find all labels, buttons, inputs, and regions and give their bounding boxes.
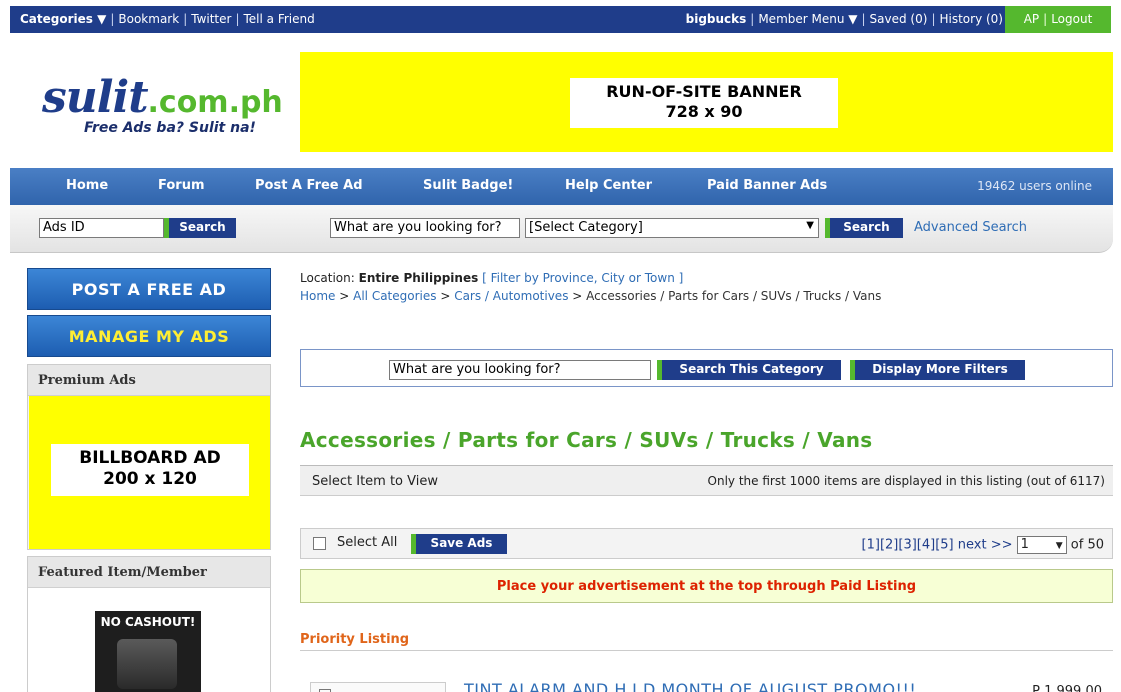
location-value: Entire Philippines (358, 271, 479, 285)
billboard-ad[interactable]: BILLBOARD AD 200 x 120 (29, 396, 270, 549)
banner-line-2: 728 x 90 (665, 102, 743, 121)
category-search-box: What are you looking for? Search This Ca… (300, 349, 1113, 387)
post-free-ad-button[interactable]: POST A FREE AD (27, 268, 271, 310)
page-link-5[interactable]: [5] (935, 538, 953, 553)
top-bar-left: Categories ▼ | Bookmark | Twitter | Tell a Fri… (20, 12, 315, 26)
nav-home[interactable]: Home (66, 178, 108, 193)
account-box: AP | Logout (1005, 6, 1111, 33)
page-select[interactable]: 1 ▼ (1016, 536, 1067, 554)
listing-price: P 1,999.00 (1032, 684, 1102, 692)
nav-paid-banner-ads[interactable]: Paid Banner Ads (707, 178, 827, 193)
premium-ads-box: Premium Ads BILLBOARD AD 200 x 120 (27, 364, 271, 550)
search-button[interactable]: Search (825, 218, 903, 238)
priority-divider (300, 650, 1113, 651)
breadcrumb: Home > All Categories > Cars / Automotiv… (300, 289, 882, 303)
logout-link[interactable]: Logout (1051, 12, 1092, 26)
location-line: Location: Entire Philippines [ Filter by… (300, 269, 881, 287)
page-link-3[interactable]: [3] (898, 538, 916, 553)
page-select-value: 1 (1020, 537, 1029, 552)
ads-id-search-button[interactable]: Search (164, 218, 236, 238)
featured-title: Featured Item/Member (28, 557, 270, 588)
billboard-placeholder: BILLBOARD AD 200 x 120 (51, 444, 249, 496)
next-page-link[interactable]: next >> (958, 538, 1013, 553)
nav-help-center[interactable]: Help Center (565, 178, 652, 193)
ap-link[interactable]: AP (1024, 12, 1039, 26)
search-bar: Ads ID Search What are you looking for? … (10, 205, 1113, 253)
location-label: Location: (300, 271, 355, 285)
search-input[interactable]: What are you looking for? (330, 218, 520, 238)
top-banner-ad[interactable]: RUN-OF-SITE BANNER 728 x 90 (300, 52, 1113, 152)
chevron-down-icon: ▼ (806, 220, 814, 231)
action-bar: Select All Save Ads [1][2][3][4][5] next… (300, 528, 1113, 559)
page-link-4[interactable]: [4] (917, 538, 935, 553)
page-link-2[interactable]: [2] (880, 538, 898, 553)
top-bar: Categories ▼ | Bookmark | Twitter | Tell a Fri… (10, 6, 1111, 33)
nav-sulit-badge[interactable]: Sulit Badge! (423, 178, 513, 193)
billboard-line-1: BILLBOARD AD (79, 448, 221, 468)
category-select[interactable]: [Select Category] ▼ (525, 218, 819, 238)
users-online: 19462 users online (977, 179, 1092, 193)
breadcrumb-home[interactable]: Home (300, 289, 335, 303)
search-this-category-button[interactable]: Search This Category (657, 360, 841, 380)
chevron-down-icon: ▼ (1055, 541, 1063, 551)
total-pages: of 50 (1070, 537, 1104, 553)
priority-listing-heading: Priority Listing (300, 632, 410, 647)
listing-notice: Only the first 1000 items are displayed … (707, 474, 1105, 488)
select-all-label: Select All (337, 535, 398, 550)
listing-row: TINT ALARM AND H.I.D MONTH OF AUGUST PRO… (310, 680, 1110, 692)
filter-location-link[interactable]: [ Filter by Province, City or Town ] (482, 271, 683, 285)
logo-tagline: Free Ads ba? Sulit na! (84, 120, 256, 136)
logo-wordmark: sulit.com.ph (42, 72, 283, 123)
member-menu[interactable]: Member Menu ▼ (758, 12, 857, 26)
listing-title[interactable]: TINT ALARM AND H.I.D MONTH OF AUGUST PRO… (464, 680, 916, 692)
banner-line-1: RUN-OF-SITE BANNER (606, 82, 802, 101)
nav-post-free-ad[interactable]: Post A Free Ad (255, 178, 363, 193)
twitter-link[interactable]: Twitter (191, 12, 231, 26)
manage-my-ads-button[interactable]: MANAGE MY ADS (27, 315, 271, 357)
save-ads-button[interactable]: Save Ads (411, 534, 507, 554)
banner-placeholder: RUN-OF-SITE BANNER 728 x 90 (570, 78, 838, 128)
ads-id-input[interactable]: Ads ID (39, 218, 164, 238)
category-title: Accessories / Parts for Cars / SUVs / Tr… (300, 428, 873, 452)
select-item-label: Select Item to View (312, 474, 438, 489)
top-bar-right: bigbucks | Member Menu ▼ | Saved (0) | History… (685, 12, 1003, 26)
category-search-input[interactable]: What are you looking for? (389, 360, 651, 380)
advanced-search-link[interactable]: Advanced Search (914, 220, 1027, 235)
featured-box: Featured Item/Member NO CASHOUT! (27, 556, 271, 692)
paid-listing-notice[interactable]: Place your advertisement at the top thro… (300, 569, 1113, 603)
premium-ads-title: Premium Ads (28, 365, 270, 396)
tell-a-friend-link[interactable]: Tell a Friend (244, 12, 315, 26)
listing-thumb (310, 682, 446, 692)
breadcrumb-current: Accessories / Parts for Cars / SUVs / Tr… (586, 289, 882, 303)
breadcrumb-all-categories[interactable]: All Categories (353, 289, 436, 303)
display-more-filters-button[interactable]: Display More Filters (850, 360, 1025, 380)
bookmark-link[interactable]: Bookmark (118, 12, 179, 26)
page-link-1[interactable]: [1] (862, 538, 880, 553)
select-all-checkbox[interactable] (313, 537, 326, 550)
main-nav: Home Forum Post A Free Ad Sulit Badge! H… (10, 168, 1113, 205)
saved-link[interactable]: Saved (0) (870, 12, 928, 26)
categories-menu[interactable]: Categories ▼ (20, 12, 106, 26)
category-select-value: [Select Category] (529, 220, 643, 235)
featured-body: NO CASHOUT! (28, 588, 270, 692)
money-hand-icon (117, 639, 177, 689)
billboard-line-2: 200 x 120 (103, 469, 197, 489)
site-logo[interactable]: sulit.com.ph Free Ads ba? Sulit na! (28, 72, 288, 152)
breadcrumb-cars[interactable]: Cars / Automotives (454, 289, 568, 303)
select-item-bar: Select Item to View Only the first 1000 … (300, 465, 1113, 496)
location-block: Location: Entire Philippines [ Filter by… (300, 269, 881, 305)
featured-image-text: NO CASHOUT! (100, 615, 196, 629)
pagination: [1][2][3][4][5] next >> 1 ▼ of 50 (862, 536, 1104, 554)
username-link[interactable]: bigbucks (686, 12, 747, 26)
history-link[interactable]: History (0) (939, 12, 1003, 26)
nav-forum[interactable]: Forum (158, 178, 205, 193)
featured-image[interactable]: NO CASHOUT! (95, 611, 201, 692)
